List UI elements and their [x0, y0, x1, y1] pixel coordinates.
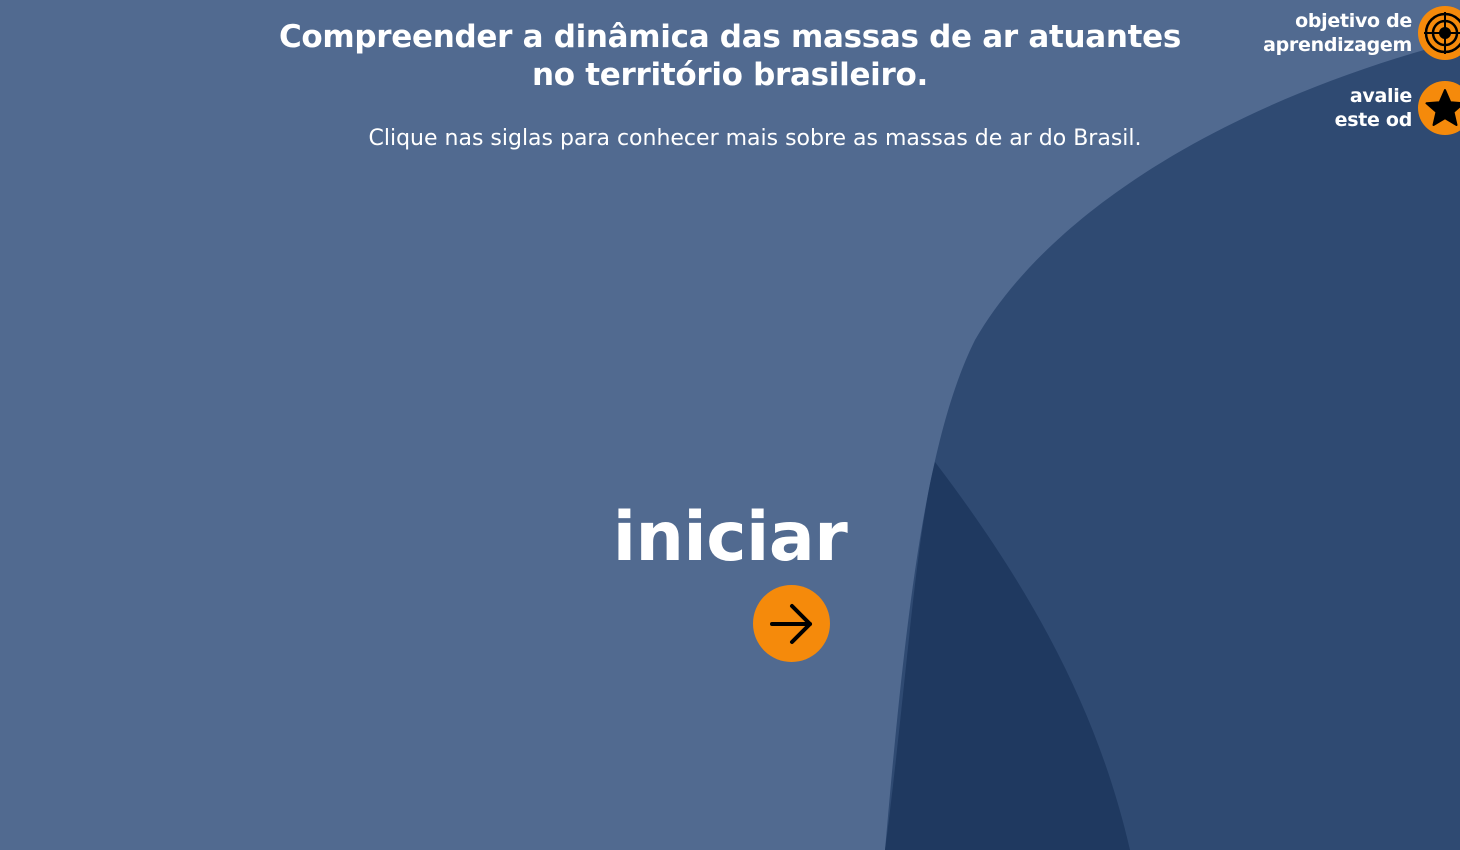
- star-icon: [1418, 81, 1460, 135]
- rate-label-line2: este od: [1334, 109, 1413, 131]
- page-title: Compreender a dinâmica das massas de ar …: [278, 19, 1182, 93]
- target-icon: [1418, 6, 1460, 60]
- learning-objective-label-line2: aprendizagem: [1263, 34, 1412, 56]
- start-screen: Compreender a dinâmica das massas de ar …: [0, 0, 1460, 850]
- rate-button[interactable]: avalie este od: [1335, 81, 1460, 135]
- rate-label: avalie este od: [1334, 84, 1413, 132]
- page-subtitle: Clique nas siglas para conhecer mais sob…: [368, 126, 1142, 151]
- start-label: iniciar: [612, 498, 848, 577]
- learning-objective-label: objetivo de aprendizagem: [1263, 9, 1412, 57]
- learning-objective-button[interactable]: objetivo de aprendizagem: [1263, 6, 1460, 60]
- rate-label-line1: avalie: [1349, 85, 1412, 107]
- start-button[interactable]: [753, 585, 830, 662]
- arrow-right-icon: [769, 603, 812, 644]
- learning-objective-label-line1: objetivo de: [1295, 10, 1412, 32]
